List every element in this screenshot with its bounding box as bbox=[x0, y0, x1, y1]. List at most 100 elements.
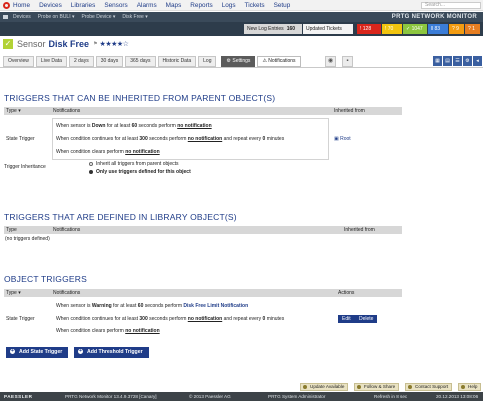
tab-2-days[interactable]: 2 days bbox=[68, 56, 94, 67]
badge-count: 128 bbox=[362, 26, 372, 32]
badge-count: 83 bbox=[434, 26, 441, 32]
sensor-name[interactable]: Disk Free bbox=[49, 39, 90, 49]
menu-icon[interactable]: ☰ bbox=[453, 56, 462, 66]
sensor-header: ✓ Sensor Disk Free ⚑ ★★★★☆ bbox=[3, 38, 129, 50]
priority-stars[interactable]: ★★★★☆ bbox=[100, 40, 129, 48]
pin-icon[interactable]: ⚑ bbox=[93, 41, 97, 47]
breadcrumb-devices[interactable]: Devices bbox=[13, 14, 31, 20]
object-trigger-line-2: When condition continues for at least 30… bbox=[56, 316, 285, 322]
library-table-header: Type Notifications Inherited from bbox=[4, 226, 402, 234]
col-type: Type bbox=[6, 227, 17, 233]
nav-tickets[interactable]: Tickets bbox=[245, 2, 265, 9]
library-section-title: TRIGGERS THAT ARE DEFINED IN LIBRARY OBJ… bbox=[4, 212, 237, 222]
nav-devices[interactable]: Devices bbox=[39, 2, 62, 9]
object-trigger-line-1: When sensor is Warning for at least 60 s… bbox=[56, 303, 249, 309]
root-link[interactable]: ▣ Root bbox=[334, 136, 351, 142]
back-icon[interactable]: ◂ bbox=[473, 56, 482, 66]
nav-setup[interactable]: Setup bbox=[274, 2, 291, 9]
tab-log[interactable]: Log bbox=[198, 56, 217, 67]
tab-settings[interactable]: ⚙ Settings bbox=[221, 56, 256, 67]
tab-live-data[interactable]: Live Data bbox=[35, 56, 67, 67]
alarm-warning-badge[interactable]: ! 70 bbox=[382, 24, 402, 34]
folder-icon: ▣ bbox=[334, 136, 339, 142]
alarm-paused-badge[interactable]: ǁ 83 bbox=[428, 24, 448, 34]
version-text: PRTG Network Monitor 13.4.9.3728 [Canary… bbox=[65, 394, 157, 399]
alarm-unusual-badge[interactable]: ? 9 bbox=[449, 24, 464, 34]
footer-bar: PAESSLER PRTG Network Monitor 13.4.9.372… bbox=[0, 392, 483, 401]
tab-overview[interactable]: Overview bbox=[3, 56, 34, 67]
badge-count: 1 bbox=[472, 26, 475, 32]
button-label: Contact Support bbox=[415, 384, 449, 389]
sensor-type-label: Sensor bbox=[17, 39, 46, 49]
contact-support-button[interactable]: Contact Support bbox=[405, 383, 453, 391]
edit-button[interactable]: Edit bbox=[338, 315, 355, 323]
radio-icon bbox=[89, 161, 93, 166]
nav-alarms[interactable]: Alarms bbox=[137, 2, 157, 9]
copyright-text: © 2013 Paessler AG bbox=[189, 394, 231, 399]
alarm-down-badge[interactable]: ! 128 bbox=[357, 24, 381, 34]
inherit-all-radio[interactable]: Inherit all triggers from parent objects bbox=[89, 161, 179, 167]
col-inherited-from: Inherited from bbox=[344, 227, 375, 233]
inherited-table-header: Type ▾ Notifications Inherited from bbox=[4, 107, 402, 115]
button-label: Add State Trigger bbox=[19, 349, 63, 355]
update-available-button[interactable]: Update Available bbox=[300, 383, 349, 391]
top-navigation: Home Devices Libraries Sensors Alarms Ma… bbox=[0, 0, 483, 11]
nav-reports[interactable]: Reports bbox=[190, 2, 212, 9]
nav-logs[interactable]: Logs bbox=[222, 2, 236, 9]
updated-tickets-button[interactable]: Updated Tickets bbox=[303, 24, 353, 34]
new-log-entries-button[interactable]: New Log Entries 160 bbox=[244, 24, 302, 34]
button-label: Help bbox=[468, 384, 478, 389]
follow-share-button[interactable]: Follow & Share bbox=[354, 383, 400, 391]
settings-icon[interactable]: ⚙ bbox=[463, 56, 472, 66]
object-row-label: State Trigger bbox=[6, 316, 35, 322]
check-icon: ✓ bbox=[406, 26, 411, 32]
log-label: New Log Entries bbox=[247, 26, 284, 32]
add-threshold-trigger-button[interactable]: + Add Threshold Trigger bbox=[74, 347, 149, 358]
radio-label: Inherit all triggers from parent objects bbox=[96, 161, 179, 167]
col-type[interactable]: Type ▾ bbox=[6, 107, 21, 115]
nav-sensors[interactable]: Sensors bbox=[104, 2, 127, 9]
pause-icon: ǁ bbox=[431, 26, 434, 32]
update-icon bbox=[303, 385, 307, 389]
search-input[interactable]: Search... bbox=[421, 2, 481, 9]
alarm-up-badge[interactable]: ✓ 1047 bbox=[403, 24, 427, 34]
user-text[interactable]: PRTG System Administrator bbox=[268, 392, 325, 401]
inherited-trigger-line-3: When condition clears perform no notific… bbox=[56, 149, 160, 155]
inherited-trigger-line-2: When condition continues for at least 30… bbox=[56, 136, 285, 142]
nav-maps[interactable]: Maps bbox=[166, 2, 182, 9]
notification-link[interactable]: Disk Free Limit Notification bbox=[183, 303, 248, 309]
alarm-unknown-badge[interactable]: ? 1 bbox=[465, 24, 480, 34]
no-triggers-text: (no triggers defined) bbox=[5, 236, 50, 242]
grid-view-icon[interactable]: ▦ bbox=[433, 56, 442, 66]
nav-home[interactable]: Home bbox=[13, 2, 30, 9]
question-icon: ? bbox=[468, 26, 471, 32]
object-table-header: Type ▾ Notifications Actions bbox=[4, 289, 402, 297]
tab-30-days[interactable]: 30 days bbox=[95, 56, 124, 67]
help-button[interactable]: Help bbox=[458, 383, 482, 391]
delete-button[interactable]: Delete bbox=[355, 315, 378, 323]
refresh-text[interactable]: Refresh in 8 sec bbox=[374, 392, 407, 401]
tab-365-days[interactable]: 365 days bbox=[125, 56, 156, 67]
pause-icon[interactable]: ◉ bbox=[325, 56, 336, 67]
add-state-trigger-button[interactable]: + Add State Trigger bbox=[6, 347, 69, 358]
own-triggers-radio[interactable]: Only use triggers defined for this objec… bbox=[89, 169, 191, 175]
col-inherited-from: Inherited from bbox=[334, 108, 365, 114]
tab-notifications[interactable]: ⚠ Notifications bbox=[257, 56, 301, 67]
inherited-trigger-line-1: When sensor is Down for at least 60 seco… bbox=[56, 123, 212, 129]
breadcrumb-probe[interactable]: Probe on BULI ▾ bbox=[38, 14, 75, 20]
footer-actions: Update Available Follow & Share Contact … bbox=[0, 381, 483, 391]
breadcrumb-device[interactable]: Probe Device ▾ bbox=[82, 14, 116, 20]
prtg-logo-icon[interactable] bbox=[3, 1, 10, 9]
home-icon[interactable] bbox=[3, 15, 8, 19]
list-view-icon[interactable]: ▤ bbox=[443, 56, 452, 66]
paessler-logo[interactable]: PAESSLER bbox=[4, 392, 32, 401]
col-type[interactable]: Type ▾ bbox=[6, 289, 21, 297]
trash-icon[interactable]: ▪ bbox=[342, 56, 353, 67]
trigger-inheritance-label: Trigger Inheritance bbox=[4, 164, 46, 170]
tab-historic-data[interactable]: Historic Data bbox=[157, 56, 197, 67]
breadcrumb-sensor[interactable]: Disk Free ▾ bbox=[122, 14, 147, 20]
nav-libraries[interactable]: Libraries bbox=[71, 2, 96, 9]
inherited-section-title: TRIGGERS THAT CAN BE INHERITED FROM PARE… bbox=[4, 93, 276, 103]
tab-bar: Overview Live Data 2 days 30 days 365 da… bbox=[3, 56, 303, 67]
tab-divider bbox=[0, 67, 483, 68]
